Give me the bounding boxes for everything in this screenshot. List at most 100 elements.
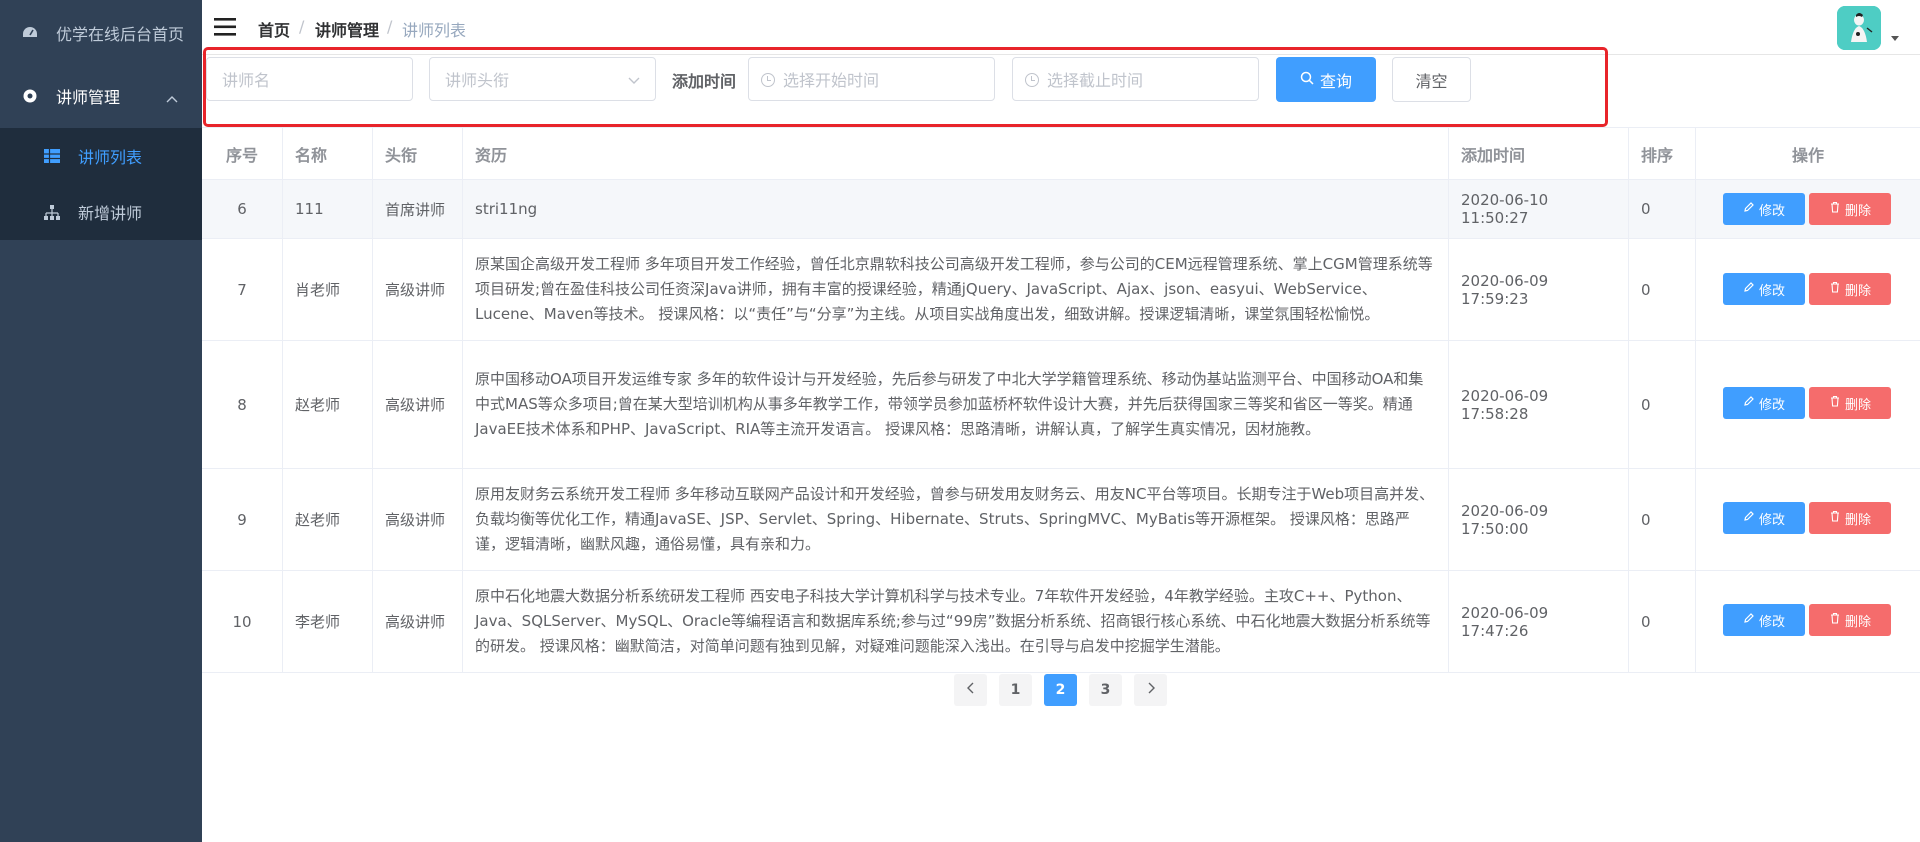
column-header-time: 添加时间 <box>1449 128 1629 179</box>
cell-name: 肖老师 <box>283 239 373 340</box>
begin-time-placeholder: 选择开始时间 <box>783 71 880 90</box>
cell-no: 6 <box>202 180 283 238</box>
clear-button[interactable]: 清空 <box>1392 57 1471 102</box>
breadcrumb-home[interactable]: 首页 <box>258 17 290 41</box>
query-button[interactable]: 查询 <box>1276 57 1376 102</box>
teacher-level-select[interactable]: 讲师头衔 <box>429 57 656 101</box>
delete-button[interactable]: 删除 <box>1809 193 1891 225</box>
sidebar-item-home[interactable]: 优学在线后台首页 <box>0 5 202 61</box>
cell-level: 高级讲师 <box>373 341 463 468</box>
cell-intro: 原某国企高级开发工程师 多年项目开发工作经验，曾任北京鼎软科技公司高级开发工程师… <box>463 239 1449 340</box>
clock-icon <box>1025 73 1039 87</box>
page-button-2[interactable]: 2 <box>1044 674 1077 706</box>
trash-icon <box>1829 281 1841 297</box>
column-header-no: 序号 <box>202 128 283 179</box>
edit-button-label: 修改 <box>1758 397 1785 413</box>
edit-button[interactable]: 修改 <box>1723 387 1805 419</box>
edit-button[interactable]: 修改 <box>1723 502 1805 534</box>
cell-intro: stri11ng <box>463 180 1449 238</box>
teacher-table: 序号 名称 头衔 资历 添加时间 排序 操作 6 111 首席讲师 stri11… <box>202 127 1920 673</box>
cell-level: 首席讲师 <box>373 180 463 238</box>
cell-no: 7 <box>202 239 283 340</box>
delete-button-label: 删除 <box>1844 283 1871 299</box>
cell-level: 高级讲师 <box>373 239 463 340</box>
prev-page-button[interactable] <box>954 674 987 706</box>
caret-down-icon[interactable] <box>1891 36 1899 41</box>
table-header-row: 序号 名称 头衔 资历 添加时间 排序 操作 <box>202 128 1920 180</box>
sidebar-item-teacher-list[interactable]: 讲师列表 <box>0 128 202 184</box>
delete-button[interactable]: 删除 <box>1809 273 1891 305</box>
cell-name: 111 <box>283 180 373 238</box>
delete-button-label: 删除 <box>1844 397 1871 413</box>
cell-intro: 原中国移动OA项目开发运维专家 多年的软件设计与开发经验，先后参与研发了中北大学… <box>463 341 1449 468</box>
next-page-button[interactable] <box>1134 674 1167 706</box>
intro-text: 原某国企高级开发工程师 多年项目开发工作经验，曾任北京鼎软科技公司高级开发工程师… <box>475 255 1433 323</box>
cell-no: 8 <box>202 341 283 468</box>
delete-button-label: 删除 <box>1844 614 1871 630</box>
sidebar-item-label: 讲师管理 <box>56 88 121 107</box>
tree-icon <box>44 204 60 220</box>
begin-time-picker[interactable]: 选择开始时间 <box>748 57 995 101</box>
edit-button[interactable]: 修改 <box>1723 604 1805 636</box>
clock-icon <box>761 73 775 87</box>
chevron-down-icon <box>627 72 641 91</box>
cell-time: 2020-06-09 17:47:26 <box>1449 571 1629 672</box>
edit-button[interactable]: 修改 <box>1723 193 1805 225</box>
delete-button[interactable]: 删除 <box>1809 604 1891 636</box>
table-row: 8 赵老师 高级讲师 原中国移动OA项目开发运维专家 多年的软件设计与开发经验，… <box>202 341 1920 469</box>
add-time-label: 添加时间 <box>672 72 737 91</box>
cell-sort: 0 <box>1629 571 1696 672</box>
delete-button-label: 删除 <box>1844 512 1871 528</box>
column-header-actions: 操作 <box>1791 145 1824 165</box>
table-row: 9 赵老师 高级讲师 原用友财务云系统开发工程师 多年移动互联网产品设计和开发经… <box>202 469 1920 571</box>
cell-sort: 0 <box>1629 180 1696 238</box>
cell-time: 2020-06-09 17:58:28 <box>1449 341 1629 468</box>
end-time-picker[interactable]: 选择截止时间 <box>1012 57 1259 101</box>
sidebar-item-label: 讲师列表 <box>78 148 143 167</box>
column-header-intro: 资历 <box>463 128 1449 179</box>
delete-button[interactable]: 删除 <box>1809 502 1891 534</box>
cell-sort: 0 <box>1629 469 1696 570</box>
sidebar-item-teacher-manage[interactable]: 讲师管理 <box>0 68 202 124</box>
sidebar-item-add-teacher[interactable]: 新增讲师 <box>0 184 202 240</box>
table-row: 6 111 首席讲师 stri11ng 2020-06-10 11:50:27 … <box>202 180 1920 239</box>
column-header-level: 头衔 <box>373 128 463 179</box>
cell-no: 9 <box>202 469 283 570</box>
cell-name: 李老师 <box>283 571 373 672</box>
query-button-label: 查询 <box>1319 71 1352 91</box>
table-icon <box>44 148 60 164</box>
delete-button[interactable]: 删除 <box>1809 387 1891 419</box>
trash-icon <box>1829 395 1841 411</box>
cell-sort: 0 <box>1629 239 1696 340</box>
avatar[interactable] <box>1837 6 1881 50</box>
breadcrumb-teacher-manage[interactable]: 讲师管理 <box>315 17 379 41</box>
hamburger-icon[interactable] <box>214 16 238 38</box>
intro-text: 原中国移动OA项目开发运维专家 多年的软件设计与开发经验，先后参与研发了中北大学… <box>475 370 1424 438</box>
cell-name: 赵老师 <box>283 469 373 570</box>
dashboard-icon <box>22 25 38 41</box>
cell-time: 2020-06-10 11:50:27 <box>1449 180 1629 238</box>
cell-time: 2020-06-09 17:59:23 <box>1449 239 1629 340</box>
edit-button-label: 修改 <box>1758 614 1785 630</box>
chevron-up-icon <box>166 88 178 107</box>
breadcrumb-separator: / <box>299 17 305 36</box>
breadcrumb-separator: / <box>387 17 393 36</box>
cell-sort: 0 <box>1629 341 1696 468</box>
pencil-icon <box>1743 510 1755 526</box>
teacher-name-input[interactable]: 讲师名 <box>206 57 413 101</box>
page-button-3[interactable]: 3 <box>1089 674 1122 706</box>
edit-button-label: 修改 <box>1758 283 1785 299</box>
pencil-icon <box>1743 281 1755 297</box>
edit-button[interactable]: 修改 <box>1723 273 1805 305</box>
search-icon <box>1300 70 1314 89</box>
page-button-1[interactable]: 1 <box>999 674 1032 706</box>
end-time-placeholder: 选择截止时间 <box>1047 71 1144 90</box>
cell-name: 赵老师 <box>283 341 373 468</box>
cell-intro: 原中石化地震大数据分析系统研发工程师 西安电子科技大学计算机科学与技术专业。7年… <box>463 571 1449 672</box>
cell-no: 10 <box>202 571 283 672</box>
trash-icon <box>1829 510 1841 526</box>
delete-button-label: 删除 <box>1844 203 1871 219</box>
cell-time: 2020-06-09 17:50:00 <box>1449 469 1629 570</box>
intro-text: 原中石化地震大数据分析系统研发工程师 西安电子科技大学计算机科学与技术专业。7年… <box>475 587 1431 655</box>
teacher-level-placeholder: 讲师头衔 <box>445 71 510 90</box>
